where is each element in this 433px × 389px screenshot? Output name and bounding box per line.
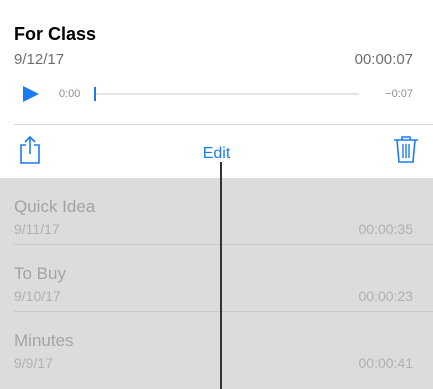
elapsed-time: 0:00 (59, 88, 81, 100)
edit-label: Edit (200, 145, 233, 162)
edit-button[interactable]: Edit (0, 145, 433, 163)
row-duration: 00:00:35 (358, 221, 414, 237)
row-date: 9/10/17 (14, 288, 61, 304)
recording-row-quick-idea[interactable]: Quick Idea 9/11/17 00:00:35 (0, 178, 433, 245)
callout-line-edit (220, 152, 222, 389)
scrubber-handle[interactable] (94, 87, 96, 101)
delete-button[interactable] (393, 134, 419, 164)
row-duration: 00:00:41 (358, 355, 414, 371)
row-duration: 00:00:23 (358, 288, 414, 304)
recording-duration: 00:00:07 (354, 51, 413, 68)
divider (14, 124, 433, 125)
play-button[interactable] (22, 86, 42, 102)
trash-icon (394, 136, 418, 163)
row-title: Quick Idea (14, 197, 96, 216)
recordings-list: Quick Idea 9/11/17 00:00:35 To Buy 9/10/… (0, 178, 433, 389)
scrubber-track (94, 93, 359, 95)
row-date: 9/11/17 (14, 221, 60, 237)
playback-scrubber[interactable] (94, 87, 359, 101)
row-title: To Buy (14, 264, 66, 283)
expanded-recording: For Class 9/12/17 00:00:07 0:00 −0:07 Ed… (0, 0, 433, 178)
recording-title: For Class (14, 24, 97, 44)
row-title: Minutes (14, 331, 74, 350)
play-icon (23, 86, 39, 102)
remaining-time: −0:07 (385, 88, 413, 100)
row-date: 9/9/17 (14, 355, 53, 371)
recording-date: 9/12/17 (14, 51, 65, 68)
recording-row-minutes[interactable]: Minutes 9/9/17 00:00:41 (0, 312, 433, 379)
recording-row-to-buy[interactable]: To Buy 9/10/17 00:00:23 (0, 245, 433, 312)
